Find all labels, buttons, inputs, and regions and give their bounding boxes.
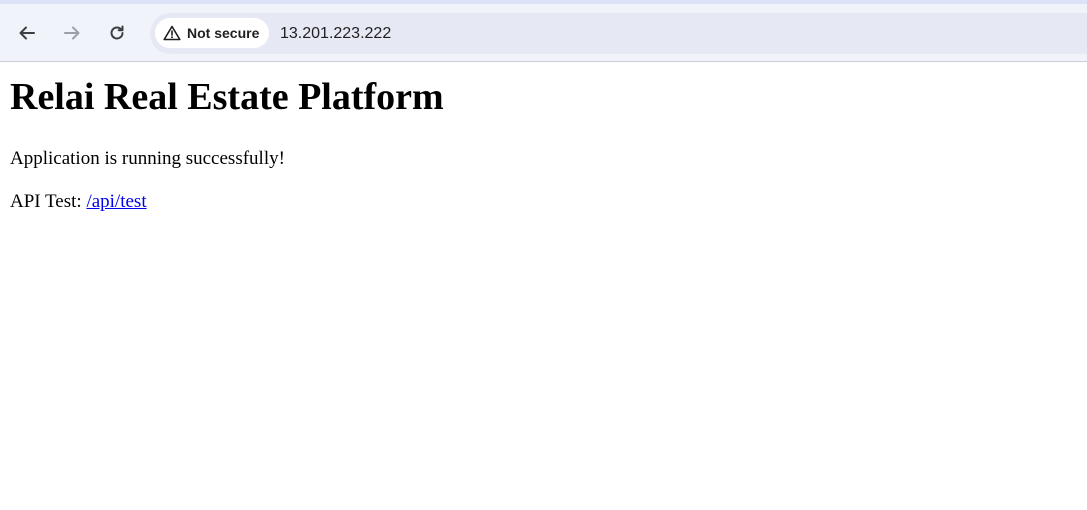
- arrow-right-icon: [64, 26, 80, 40]
- address-bar[interactable]: Not secure 13.201.223.222: [150, 13, 1087, 54]
- api-test-line: API Test: /api/test: [10, 190, 147, 214]
- back-button[interactable]: [11, 17, 43, 49]
- reload-button[interactable]: [101, 17, 133, 49]
- page-content: Relai Real Estate Platform Application i…: [0, 62, 1087, 510]
- url-text[interactable]: 13.201.223.222: [280, 25, 391, 43]
- forward-button[interactable]: [56, 17, 88, 49]
- page-title: Relai Real Estate Platform: [10, 76, 444, 118]
- security-label: Not secure: [187, 25, 260, 41]
- reload-icon: [110, 25, 124, 40]
- api-test-label: API Test:: [10, 191, 82, 212]
- warning-triangle-icon: [163, 25, 181, 41]
- browser-toolbar: Not secure 13.201.223.222: [0, 0, 1087, 62]
- security-indicator[interactable]: Not secure: [155, 18, 270, 48]
- arrow-left-icon: [19, 26, 35, 40]
- api-test-link[interactable]: /api/test: [86, 191, 146, 212]
- status-message: Application is running successfully!: [10, 148, 285, 169]
